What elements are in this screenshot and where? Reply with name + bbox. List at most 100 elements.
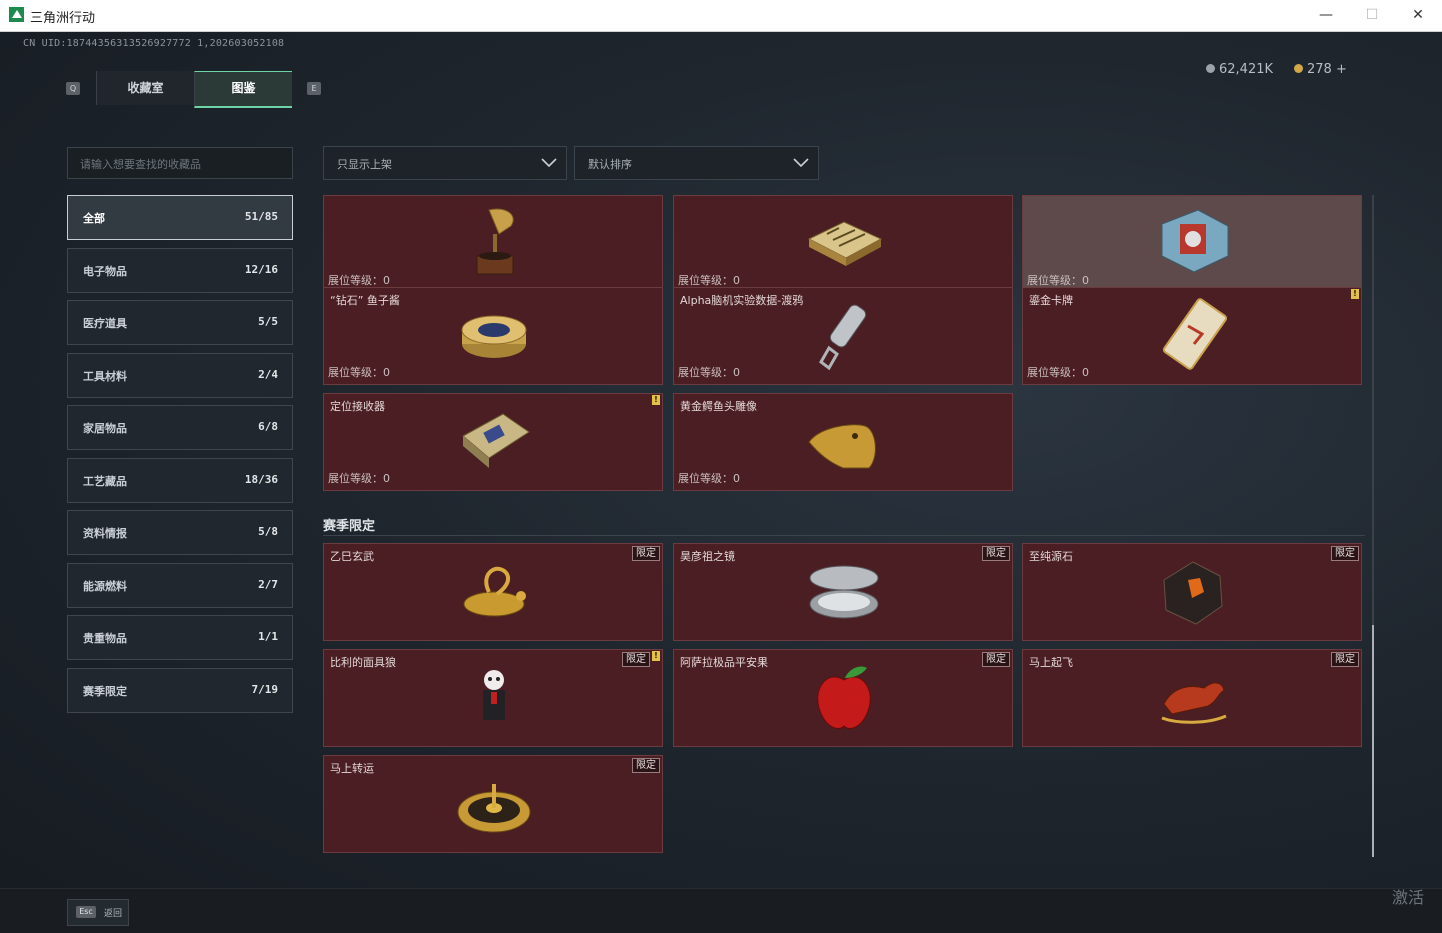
category-crafts[interactable]: 工艺藏品 18/36 — [67, 458, 293, 503]
activation-watermark: 激活 — [1392, 888, 1425, 907]
display-level: 展位等级：0 — [328, 472, 390, 485]
category-tools[interactable]: 工具材料 2/4 — [67, 353, 293, 398]
category-valuables[interactable]: 贵重物品 1/1 — [67, 615, 293, 660]
item-name: 马上起飞 — [1029, 656, 1073, 669]
category-intel[interactable]: 资料情报 5/8 — [67, 510, 293, 555]
gold-wheel-icon — [457, 784, 531, 833]
new-alert-icon: ! — [652, 651, 660, 661]
gilded-card-icon — [1162, 298, 1228, 370]
gold-turtle-icon — [463, 566, 526, 617]
limited-badge: 限定 — [632, 758, 660, 773]
item-card-alpha-data[interactable]: Alpha脑机实验数据-渡鸦 展位等级：0 — [673, 287, 1013, 385]
item-card-gramophone[interactable]: 展位等级：0 — [323, 195, 663, 293]
chessboard-icon — [807, 221, 883, 266]
gold-amount: 278 + — [1307, 62, 1347, 77]
item-card-machine-part[interactable]: 展位等级：0 — [1022, 195, 1362, 293]
tab-codex[interactable]: 图鉴 — [194, 71, 292, 108]
back-label: 返回 — [104, 909, 123, 919]
category-household[interactable]: 家居物品 6/8 — [67, 405, 293, 450]
limited-badge: 限定 — [982, 652, 1010, 667]
item-card-caviar[interactable]: “钻石” 鱼子酱 展位等级：0 — [323, 287, 663, 385]
back-button[interactable]: Esc 返回 — [67, 899, 129, 926]
maximize-button[interactable]: ☐ — [1358, 4, 1386, 26]
close-button[interactable]: ✕ — [1404, 4, 1432, 26]
item-card-gold-crocodile[interactable]: 黄金鳄鱼头雕像 展位等级：0 — [673, 393, 1013, 491]
filter-dropdown-value: 只显示上架 — [337, 158, 392, 171]
footer-bar: Esc 返回 — [0, 888, 1442, 933]
limited-badge: 限定 — [1331, 652, 1359, 667]
category-count: 2/4 — [258, 368, 278, 381]
new-alert-icon: ! — [652, 395, 660, 405]
category-season-limited[interactable]: 赛季限定 7/19 — [67, 668, 293, 713]
section-title: 赛季限定 — [323, 519, 376, 534]
scrollbar-thumb[interactable] — [1372, 625, 1374, 857]
window-titlebar: 三角洲行动 — ☐ ✕ — [0, 0, 1442, 32]
category-fuel[interactable]: 能源燃料 2/7 — [67, 563, 293, 608]
category-count: 1/1 — [258, 630, 278, 643]
data-drive-icon — [819, 304, 867, 371]
search-placeholder: 请输入想要查找的收藏品 — [80, 158, 201, 171]
category-label: 工具材料 — [83, 370, 127, 383]
category-label: 家居物品 — [83, 422, 127, 435]
gramophone-icon — [476, 208, 514, 275]
filter-dropdown[interactable]: 只显示上架 — [323, 146, 567, 180]
app-logo-icon — [9, 7, 24, 22]
category-label: 工艺藏品 — [83, 475, 127, 488]
item-name: 鎏金卡牌 — [1029, 294, 1073, 307]
category-count: 51/85 — [244, 210, 278, 223]
category-label: 赛季限定 — [83, 685, 127, 698]
limited-badge: 限定 — [632, 546, 660, 561]
category-label: 医疗道具 — [83, 317, 127, 330]
item-card-red-apple[interactable]: 阿萨拉极品平安果 限定 — [673, 649, 1013, 747]
chevron-down-icon — [541, 158, 557, 168]
item-card-pure-stone[interactable]: 至纯源石 限定 — [1022, 543, 1362, 641]
minimize-button[interactable]: — — [1312, 4, 1340, 26]
item-card-compact-mirror[interactable]: 昊彦祖之镜 限定 — [673, 543, 1013, 641]
limited-badge: 限定 — [982, 546, 1010, 561]
item-name: 马上转运 — [330, 762, 374, 775]
item-card-puppet-figure[interactable]: 比利的面具狼 限定 ! — [323, 649, 663, 747]
category-medical[interactable]: 医疗道具 5/5 — [67, 300, 293, 345]
search-input[interactable]: 请输入想要查找的收藏品 — [67, 147, 293, 179]
item-card-locator-receiver[interactable]: 定位接收器 ! 展位等级：0 — [323, 393, 663, 491]
sort-dropdown-value: 默认排序 — [588, 158, 632, 171]
category-label: 资料情报 — [83, 527, 127, 540]
category-count: 6/8 — [258, 420, 278, 433]
compact-mirror-icon — [809, 565, 879, 619]
display-level: 展位等级：0 — [328, 274, 390, 287]
display-level: 展位等级：0 — [678, 472, 740, 485]
grid-scrollbar[interactable] — [1372, 195, 1374, 857]
esc-key-icon: Esc — [76, 906, 96, 918]
currency-gold[interactable]: 278 + — [1294, 62, 1347, 77]
item-name: 阿萨拉极品平安果 — [680, 656, 768, 669]
limited-badge: 限定 — [622, 652, 650, 667]
category-electronics[interactable]: 电子物品 12/16 — [67, 248, 293, 293]
item-name: Alpha脑机实验数据-渡鸦 — [680, 294, 804, 307]
item-card-gold-wheel[interactable]: 马上转运 限定 — [323, 755, 663, 853]
tab-next-key-hint: E — [307, 82, 321, 95]
item-card-gold-turtle[interactable]: 乙巳玄武 限定 — [323, 543, 663, 641]
red-horse-icon — [1161, 682, 1227, 724]
category-all[interactable]: 全部 51/85 — [67, 195, 293, 240]
caviar-tin-icon — [461, 315, 527, 358]
item-name: 昊彦祖之镜 — [680, 550, 735, 563]
item-name: 黄金鳄鱼头雕像 — [680, 400, 757, 413]
display-level: 展位等级：0 — [1027, 366, 1089, 379]
item-card-chessboard[interactable]: 展位等级：0 — [673, 195, 1013, 293]
currency-silver: 62,421K — [1206, 62, 1273, 77]
machine-part-icon — [1161, 209, 1229, 273]
sort-dropdown[interactable]: 默认排序 — [574, 146, 819, 180]
tab-collection-room[interactable]: 收藏室 — [96, 71, 194, 105]
item-card-red-horse[interactable]: 马上起飞 限定 — [1022, 649, 1362, 747]
window-title: 三角洲行动 — [30, 11, 96, 26]
item-name: 乙巳玄武 — [330, 550, 374, 563]
display-level: 展位等级：0 — [1027, 274, 1089, 287]
category-label: 电子物品 — [83, 265, 127, 278]
category-count: 7/19 — [251, 683, 279, 696]
item-name: 定位接收器 — [330, 400, 385, 413]
item-name: 比利的面具狼 — [330, 656, 396, 669]
silver-amount: 62,421K — [1219, 62, 1274, 77]
locator-receiver-icon — [462, 413, 530, 468]
collection-grid[interactable]: 展位等级：0 展位等级：0 展位等级：0 “钻石” 鱼子酱 展位等级：0 Alp… — [323, 195, 1375, 857]
item-card-gilded-card[interactable]: 鎏金卡牌 ! 展位等级：0 — [1022, 287, 1362, 385]
